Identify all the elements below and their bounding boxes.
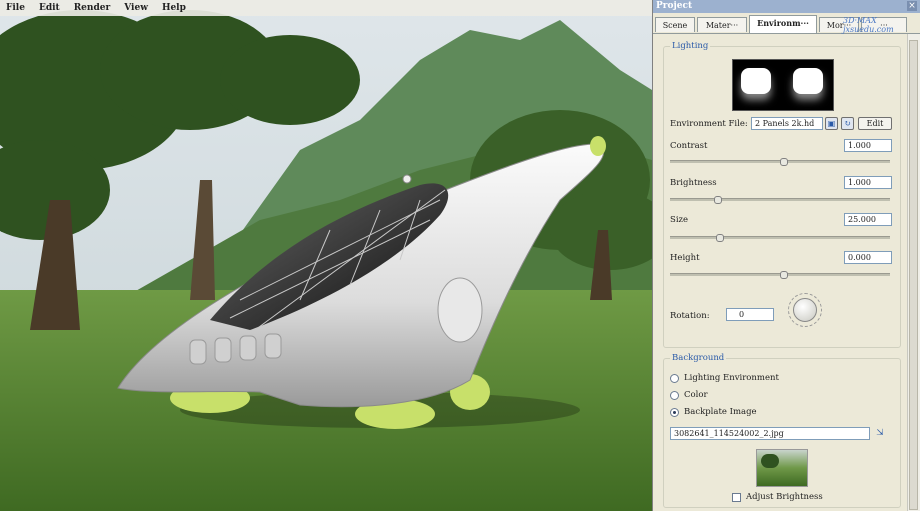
radio-color-label: Color xyxy=(684,390,708,400)
size-slider-knob[interactable] xyxy=(716,234,725,242)
menu-help[interactable]: Help xyxy=(156,3,194,13)
folder-icon[interactable]: ▣ xyxy=(825,117,838,130)
project-panel: Project × Scene Mater··· Environm··· Mor… xyxy=(652,0,920,511)
hdr-preview xyxy=(732,59,834,111)
environment-file-label: Environment File: xyxy=(670,119,748,129)
thumbnail-tree xyxy=(761,454,779,468)
panel-title-text: Project xyxy=(656,1,693,11)
adjust-brightness-label: Adjust Brightness xyxy=(746,492,823,502)
backplate-thumbnail xyxy=(756,449,808,487)
edit-button[interactable]: Edit xyxy=(858,117,892,130)
contrast-label: Contrast xyxy=(670,141,708,151)
close-icon[interactable]: × xyxy=(907,1,917,11)
rotation-dial[interactable] xyxy=(788,293,822,327)
adjust-brightness-checkbox[interactable] xyxy=(732,493,741,502)
radio-lighting-environment-label: Lighting Environment xyxy=(684,373,779,383)
rotation-dial-knob[interactable] xyxy=(793,298,817,322)
browse-icon[interactable]: ⇲ xyxy=(876,428,887,439)
size-label: Size xyxy=(670,215,689,225)
lighting-group: Lighting Environment File: 2 Panels 2k.h… xyxy=(663,41,901,348)
panel-title: Project xyxy=(653,0,920,13)
menu-bar: File Edit Render View Help xyxy=(0,0,652,16)
height-slider[interactable] xyxy=(670,271,890,279)
background-group: Background Lighting Environment Color Ba… xyxy=(663,353,901,508)
brightness-slider-knob[interactable] xyxy=(714,196,722,204)
radio-color[interactable] xyxy=(670,391,679,400)
lighting-label: Lighting xyxy=(670,41,711,51)
contrast-slider-knob[interactable] xyxy=(780,158,788,166)
panel-scrollbar[interactable] xyxy=(907,34,920,511)
tab-environment[interactable]: Environm··· xyxy=(749,15,817,33)
height-field[interactable]: 0.000 xyxy=(844,251,892,264)
brightness-field[interactable]: 1.000 xyxy=(844,176,892,189)
contrast-slider[interactable] xyxy=(670,158,890,166)
radio-backplate-image-label: Backplate Image xyxy=(684,407,757,417)
scrollbar-thumb[interactable] xyxy=(909,40,918,510)
tab-scene[interactable]: Scene xyxy=(655,17,695,32)
environment-file-field[interactable]: 2 Panels 2k.hd xyxy=(751,117,823,130)
brightness-slider[interactable] xyxy=(670,196,890,204)
menu-edit[interactable]: Edit xyxy=(33,3,68,13)
render-viewport[interactable]: File Edit Render View Help xyxy=(0,0,652,511)
brightness-label: Brightness xyxy=(670,178,717,188)
menu-view[interactable]: View xyxy=(118,3,156,13)
backplate-file-field[interactable]: 3082641_114524002_2.jpg xyxy=(670,427,870,440)
menu-render[interactable]: Render xyxy=(68,3,119,13)
rotation-label: Rotation: xyxy=(670,311,710,321)
radio-lighting-environment[interactable] xyxy=(670,374,679,383)
size-slider[interactable] xyxy=(670,234,890,242)
background-label: Background xyxy=(670,353,727,363)
hdr-panel-left xyxy=(741,68,771,94)
contrast-field[interactable]: 1.000 xyxy=(844,139,892,152)
height-slider-knob[interactable] xyxy=(780,271,788,279)
radio-backplate-image[interactable] xyxy=(670,408,679,417)
tab-materials[interactable]: Mater··· xyxy=(697,17,747,32)
height-label: Height xyxy=(670,253,700,263)
rendered-scene xyxy=(0,0,652,511)
menu-file[interactable]: File xyxy=(0,3,33,13)
watermark-logo: 3D·MAX jxsuedu.com xyxy=(843,16,894,34)
refresh-icon[interactable]: ↻ xyxy=(841,117,854,130)
rotation-field[interactable]: 0 xyxy=(726,308,774,321)
size-field[interactable]: 25.000 xyxy=(844,213,892,226)
hdr-panel-right xyxy=(793,68,823,94)
